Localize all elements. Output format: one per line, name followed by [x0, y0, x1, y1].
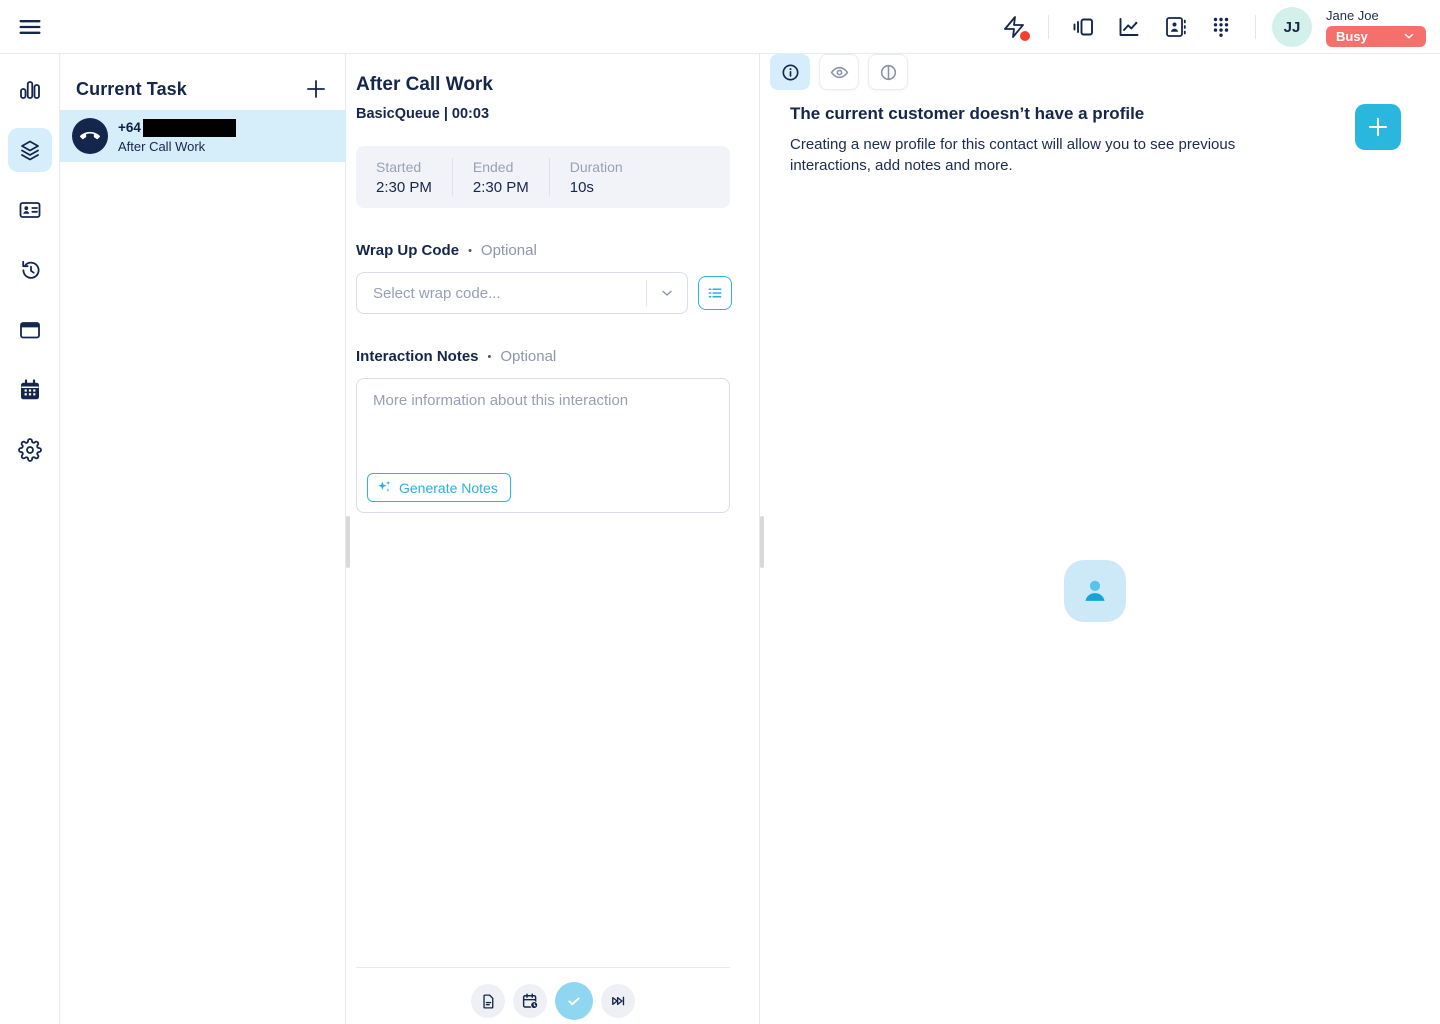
interaction-notes-box: Generate Notes — [356, 378, 730, 513]
panels-icon[interactable] — [1065, 9, 1101, 45]
notification-dot — [1020, 31, 1030, 41]
document-icon — [480, 993, 497, 1010]
chevron-down-icon — [1402, 29, 1416, 43]
left-navigation — [0, 54, 60, 1024]
skip-forward-icon — [609, 992, 627, 1010]
interaction-notes-input[interactable] — [357, 379, 729, 451]
task-list-title: Current Task — [76, 79, 187, 100]
profile-placeholder-avatar — [1064, 560, 1126, 622]
interaction-notes-label: Interaction Notes — [356, 348, 479, 365]
sidebar-item-tasks[interactable] — [8, 128, 52, 172]
top-bar-actions: JJ Jane Joe Busy — [996, 0, 1426, 54]
sidebar-item-browser[interactable] — [8, 308, 52, 352]
empty-profile-description: Creating a new profile for this contact … — [790, 134, 1268, 176]
contact-book-icon[interactable] — [1157, 9, 1193, 45]
phone-number-prefix: +64 — [118, 120, 141, 135]
status-label: Busy — [1336, 29, 1368, 44]
divider — [1255, 15, 1256, 39]
divider — [356, 967, 730, 968]
interaction-notes-label-row: Interaction Notes • Optional — [356, 348, 556, 365]
info-icon — [780, 62, 801, 83]
person-icon — [1077, 573, 1113, 609]
ended-label: Ended — [473, 159, 529, 175]
started-label: Started — [376, 159, 432, 175]
top-bar: JJ Jane Joe Busy — [0, 0, 1440, 54]
sparkle-icon — [376, 479, 393, 496]
skip-task-button[interactable] — [601, 984, 635, 1018]
task-item-texts: +64 After Call Work — [118, 119, 236, 154]
calendar-clock-icon — [521, 992, 539, 1010]
chevron-down-icon — [647, 285, 687, 301]
sidebar-item-calendar[interactable] — [8, 368, 52, 412]
wrap-up-code-label-row: Wrap Up Code • Optional — [356, 242, 537, 259]
ended-value: 2:30 PM — [473, 179, 529, 196]
wrap-code-placeholder: Select wrap code... — [357, 285, 646, 302]
complete-task-button[interactable] — [555, 982, 593, 1020]
bar-chart-icon — [18, 78, 42, 102]
task-detail-panel: After Call Work BasicQueue | 00:03 Start… — [346, 54, 760, 1024]
queue-and-timer: BasicQueue | 00:03 — [356, 106, 489, 122]
schedule-button[interactable] — [513, 984, 547, 1018]
task-list-header: Current Task — [76, 74, 329, 104]
create-profile-button[interactable] — [1355, 104, 1401, 150]
sidebar-item-settings[interactable] — [8, 428, 52, 472]
dot-separator: • — [488, 351, 492, 363]
browser-window-icon — [18, 318, 42, 342]
started-value: 2:30 PM — [376, 179, 432, 196]
agent-workspace: JJ Jane Joe Busy — [0, 0, 1440, 1024]
notes-optional-tag: Optional — [500, 348, 556, 365]
duration-label: Duration — [570, 159, 623, 175]
generate-notes-label: Generate Notes — [399, 480, 498, 496]
check-icon — [564, 991, 584, 1011]
settings-gear-icon — [18, 438, 42, 462]
divider — [1048, 15, 1049, 39]
notes-doc-button[interactable] — [471, 984, 505, 1018]
line-chart-icon[interactable] — [1111, 9, 1147, 45]
list-icon — [706, 284, 724, 302]
user-initials: JJ — [1284, 19, 1301, 36]
task-detail-title: After Call Work — [356, 74, 493, 96]
hamburger-menu-icon[interactable] — [16, 13, 44, 41]
wrap-up-optional-tag: Optional — [481, 242, 537, 259]
task-footer-actions — [346, 980, 760, 1022]
empty-profile-title: The current customer doesn’t have a prof… — [790, 104, 1144, 124]
history-icon — [18, 258, 42, 282]
call-end-icon — [72, 118, 108, 154]
user-name: Jane Joe — [1326, 8, 1379, 23]
dot-separator: • — [468, 245, 472, 257]
task-list-panel: Current Task +64 After Call Work — [60, 54, 346, 1024]
customer-profile-panel: The current customer doesn’t have a prof… — [760, 54, 1440, 1024]
sidebar-item-history[interactable] — [8, 248, 52, 292]
sidebar-item-metrics[interactable] — [8, 68, 52, 112]
customer-panel-tabs — [770, 54, 908, 90]
user-avatar[interactable]: JJ — [1272, 7, 1312, 47]
wrap-code-list-button[interactable] — [698, 276, 732, 310]
user-info: Jane Joe Busy — [1326, 8, 1426, 47]
task-item-status: After Call Work — [118, 139, 236, 154]
redacted-phone-number — [143, 119, 236, 137]
sidebar-item-contacts[interactable] — [8, 188, 52, 232]
scrollbar-thumb[interactable] — [346, 516, 350, 568]
eye-icon — [829, 62, 850, 83]
zap-icon[interactable] — [996, 9, 1032, 45]
plus-icon — [1365, 114, 1391, 140]
scrollbar-thumb[interactable] — [760, 516, 764, 568]
wrap-up-code-label: Wrap Up Code — [356, 242, 459, 259]
task-stack-icon — [18, 138, 42, 162]
brain-icon — [878, 62, 899, 83]
generate-notes-button[interactable]: Generate Notes — [367, 473, 511, 502]
contact-card-icon — [18, 198, 42, 222]
call-summary-card: Started 2:30 PM Ended 2:30 PM Duration 1… — [356, 146, 730, 208]
dialpad-icon[interactable] — [1203, 9, 1239, 45]
wrap-code-select[interactable]: Select wrap code... — [356, 272, 688, 314]
task-list-item[interactable]: +64 After Call Work — [60, 110, 346, 162]
calendar-icon — [18, 378, 42, 402]
duration-value: 10s — [570, 179, 623, 196]
add-task-icon[interactable] — [303, 76, 329, 102]
tab-preview[interactable] — [819, 54, 859, 90]
status-dropdown[interactable]: Busy — [1326, 26, 1426, 47]
tab-insights[interactable] — [868, 54, 908, 90]
tab-info[interactable] — [770, 54, 810, 90]
